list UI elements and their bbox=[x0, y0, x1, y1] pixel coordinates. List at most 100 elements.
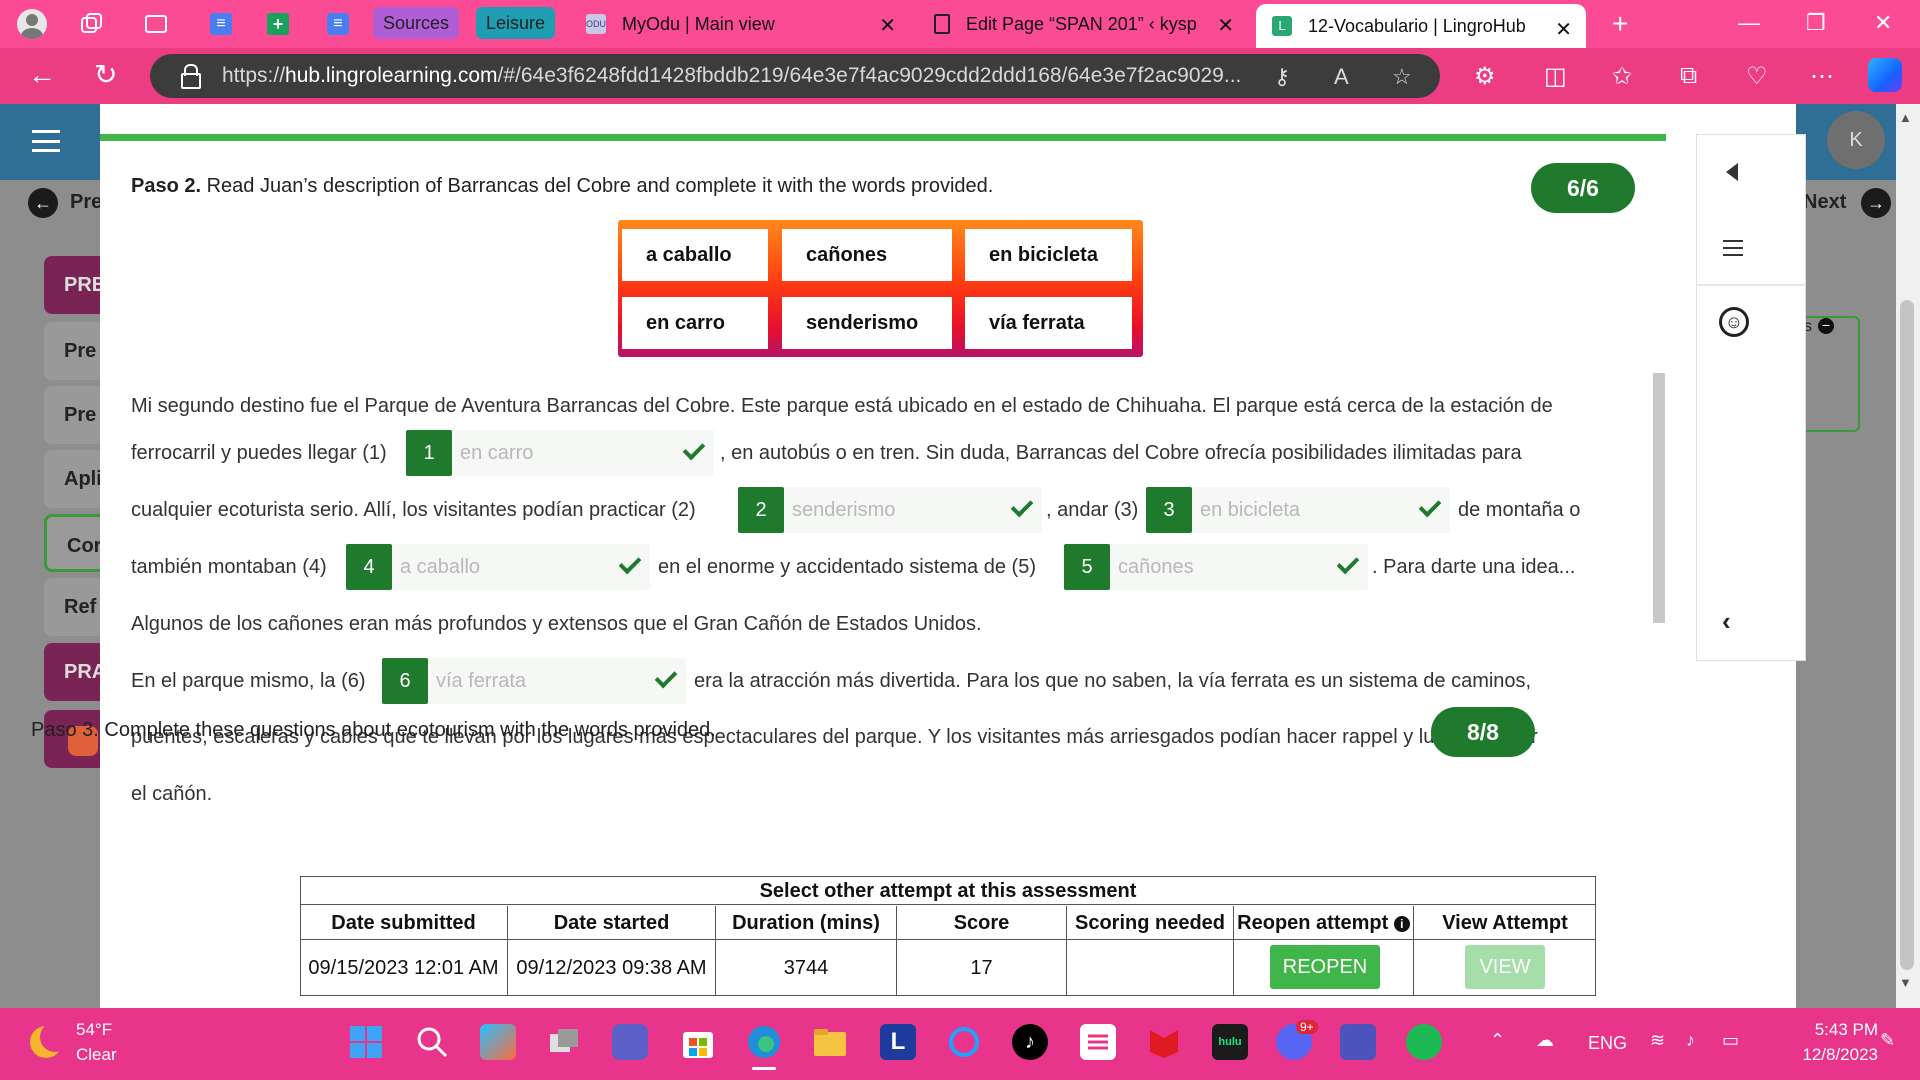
minimize-icon[interactable]: — bbox=[1738, 10, 1760, 36]
docs-tab-icon-2[interactable]: ≡ bbox=[322, 8, 354, 40]
extensions-icon[interactable]: ⚙ bbox=[1474, 62, 1496, 91]
hamburger-menu-icon[interactable] bbox=[32, 130, 60, 152]
tiktok-icon[interactable]: ♪ bbox=[1012, 1024, 1048, 1060]
close-tab-icon[interactable]: ✕ bbox=[1555, 17, 1572, 42]
restore-icon[interactable]: ❐ bbox=[1806, 10, 1826, 36]
file-explorer-icon[interactable] bbox=[812, 1024, 848, 1060]
performance-icon[interactable]: ♡ bbox=[1746, 62, 1768, 91]
paso2-instructions: Read Juan’s description of Barrancas del… bbox=[201, 175, 994, 197]
favorites-icon[interactable]: ✩ bbox=[1612, 62, 1632, 91]
language-indicator[interactable]: ENG bbox=[1588, 1033, 1627, 1054]
task-view-icon[interactable] bbox=[546, 1024, 582, 1060]
close-tab-icon[interactable]: ✕ bbox=[1217, 13, 1234, 38]
teams-meet-icon[interactable] bbox=[612, 1024, 648, 1060]
scroll-up-icon[interactable]: ▲ bbox=[1899, 110, 1912, 125]
collapse-left-icon[interactable] bbox=[1726, 163, 1738, 181]
passage-line: Mi segundo destino fue el Parque de Aven… bbox=[131, 395, 1553, 417]
onedrive-icon[interactable]: ☁ bbox=[1536, 1030, 1554, 1051]
notes-icon[interactable] bbox=[1080, 1024, 1116, 1060]
sidebar-item[interactable]: Cor bbox=[44, 514, 104, 572]
tab-group-leisure[interactable]: Leisure bbox=[476, 7, 556, 39]
spotify-icon[interactable] bbox=[1406, 1024, 1442, 1060]
answer-number: 6 bbox=[382, 658, 428, 704]
column-header: Duration (mins) bbox=[716, 906, 897, 940]
answer-value: a caballo bbox=[400, 556, 481, 578]
answer-field[interactable]: cañones bbox=[1110, 544, 1368, 590]
clock-time[interactable]: 5:43 PM bbox=[1788, 1020, 1878, 1040]
close-window-icon[interactable]: ✕ bbox=[1874, 10, 1892, 36]
hulu-icon[interactable]: hulu bbox=[1212, 1024, 1248, 1060]
new-tab-icon[interactable]: + bbox=[1612, 8, 1628, 40]
scroll-down-icon[interactable]: ▼ bbox=[1899, 975, 1912, 990]
answer-field[interactable]: vía ferrata bbox=[428, 658, 686, 704]
chevron-up-icon[interactable]: ⌃ bbox=[1490, 1030, 1505, 1051]
weather-condition[interactable]: Clear bbox=[76, 1045, 117, 1065]
sidebar-item[interactable]: PRA bbox=[44, 643, 106, 701]
close-tab-icon[interactable]: ✕ bbox=[879, 13, 896, 38]
edge-icon[interactable] bbox=[746, 1024, 782, 1060]
answer-field[interactable]: en carro bbox=[452, 430, 714, 476]
page-scrollbar-thumb[interactable] bbox=[1900, 300, 1914, 970]
cortana-icon[interactable] bbox=[946, 1024, 982, 1060]
prev-label[interactable]: Pre bbox=[70, 191, 102, 214]
chevron-left-icon[interactable]: ‹ bbox=[1722, 606, 1731, 637]
minus-icon[interactable]: − bbox=[1818, 318, 1834, 334]
key-icon[interactable]: ⚷ bbox=[1274, 64, 1290, 90]
passage-line: , andar (3) bbox=[1046, 499, 1139, 521]
teams-icon[interactable] bbox=[1340, 1024, 1376, 1060]
profile-icon[interactable] bbox=[16, 8, 48, 40]
back-icon[interactable]: ← bbox=[28, 60, 56, 90]
sidebar-item[interactable]: Ref bbox=[44, 578, 104, 636]
refresh-icon[interactable]: ↻ bbox=[94, 60, 117, 90]
weather-moon-icon[interactable] bbox=[30, 1022, 70, 1058]
collections-icon[interactable] bbox=[76, 8, 108, 40]
copilot-app-icon[interactable] bbox=[480, 1024, 516, 1060]
prev-arrow-icon[interactable]: ← bbox=[28, 188, 58, 218]
answer-field[interactable]: senderismo bbox=[784, 487, 1042, 533]
docs-tab-icon[interactable]: ≡ bbox=[205, 8, 237, 40]
search-icon[interactable] bbox=[414, 1024, 450, 1060]
more-menu-icon[interactable]: ⋯ bbox=[1810, 62, 1834, 91]
sidebar-item[interactable]: Pre bbox=[44, 322, 104, 380]
tab-edit-page[interactable]: Edit Page “SPAN 201” ‹ kyspanish ✕ bbox=[918, 0, 1248, 48]
wifi-icon[interactable]: ≋ bbox=[1650, 1030, 1665, 1051]
tab-myodu[interactable]: ODU MyOdu | Main view ✕ bbox=[570, 0, 910, 48]
word-bank-item: cañones bbox=[782, 229, 952, 281]
answer-field[interactable]: en bicicleta bbox=[1192, 487, 1450, 533]
volume-icon[interactable]: ♪ bbox=[1686, 1030, 1695, 1051]
passage-line: En el parque mismo, la (6) bbox=[131, 670, 366, 692]
avatar[interactable]: K bbox=[1827, 111, 1885, 169]
assessment-content: Paso 2. Read Juan’s description of Barra… bbox=[100, 141, 1660, 876]
weather-temperature[interactable]: 54°F bbox=[76, 1020, 112, 1040]
content-scrollbar-thumb[interactable] bbox=[1653, 373, 1665, 623]
split-screen-icon[interactable]: ◫ bbox=[1544, 62, 1567, 91]
tab-lingrohub[interactable]: L 12-Vocabulario | LingroHub ✕ bbox=[1256, 4, 1586, 48]
menu-icon[interactable] bbox=[1723, 240, 1743, 256]
reopen-button[interactable]: REOPEN bbox=[1270, 945, 1380, 989]
sidebar-item[interactable]: Apli bbox=[44, 450, 104, 508]
tab-actions-icon[interactable] bbox=[140, 8, 172, 40]
battery-icon[interactable]: ▭ bbox=[1722, 1030, 1739, 1051]
accessibility-icon[interactable]: ☺ bbox=[1719, 307, 1749, 337]
copilot-icon[interactable] bbox=[1868, 58, 1902, 92]
answer-field[interactable]: a caballo bbox=[392, 544, 650, 590]
info-icon[interactable]: i bbox=[1393, 916, 1410, 932]
tab-group-sources[interactable]: Sources bbox=[373, 7, 460, 39]
sidebar-item[interactable]: Pre bbox=[44, 386, 104, 444]
view-attempt-button[interactable]: VIEW bbox=[1465, 945, 1545, 989]
notifications-icon[interactable]: ✎ bbox=[1880, 1030, 1895, 1051]
collections-toolbar-icon[interactable]: ⧉ bbox=[1680, 62, 1697, 90]
sidebar-item[interactable]: PRE bbox=[44, 256, 105, 314]
favorite-star-icon[interactable]: ☆ bbox=[1392, 64, 1412, 90]
store-icon[interactable] bbox=[680, 1024, 716, 1060]
l-app-icon[interactable]: L bbox=[880, 1024, 916, 1060]
sheets-tab-icon[interactable]: + bbox=[262, 8, 294, 40]
answer-value: en bicicleta bbox=[1200, 499, 1301, 521]
next-label[interactable]: Next bbox=[1803, 191, 1846, 214]
clock-date[interactable]: 12/8/2023 bbox=[1768, 1045, 1878, 1065]
mcafee-icon[interactable] bbox=[1146, 1024, 1182, 1060]
start-icon[interactable] bbox=[348, 1024, 384, 1060]
read-aloud-icon[interactable]: A bbox=[1334, 64, 1349, 90]
next-arrow-icon[interactable]: → bbox=[1861, 188, 1891, 218]
url-field[interactable]: https://hub.lingrolearning.com/#/64e3f62… bbox=[150, 54, 1440, 98]
